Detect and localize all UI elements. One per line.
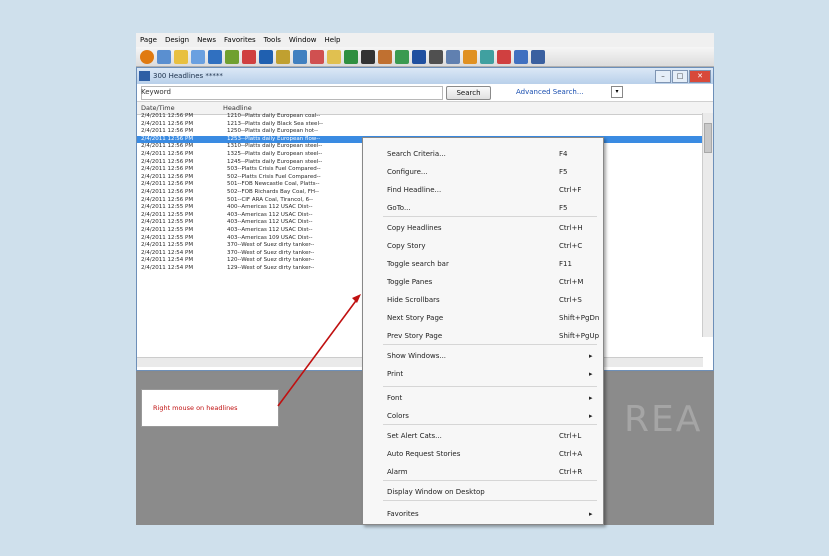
menu-item-shortcut: F4 (559, 150, 568, 158)
context-menu-item[interactable]: Show Windows... ▸ (363, 348, 603, 364)
menu-item-shortcut: F5 (559, 204, 568, 212)
menu-item-label: Alarm (387, 468, 408, 476)
context-menu-item[interactable]: Toggle Panes Ctrl+M (363, 274, 603, 290)
menu-item-label: Search Criteria... (387, 150, 446, 158)
menu-item-shortcut: Ctrl+A (559, 450, 583, 458)
menu-item-label: Favorites (387, 510, 419, 518)
menu-item-label: Copy Headlines (387, 224, 442, 232)
menu-item-shortcut: Ctrl+C (559, 242, 583, 250)
menu-separator (383, 386, 597, 387)
submenu-arrow-icon: ▸ (589, 394, 593, 402)
menu-item-label: Toggle search bar (387, 260, 449, 268)
menu-item-label: Prev Story Page (387, 332, 443, 340)
menu-item-label: Set Alert Cats... (387, 432, 442, 440)
context-menu-item[interactable]: Next Story Page Shift+PgDn (363, 310, 603, 326)
menu-separator (383, 480, 597, 481)
context-menu-item[interactable]: Colors ▸ (363, 408, 603, 424)
context-menu-item[interactable]: Alarm Ctrl+R (363, 464, 603, 480)
menu-item-shortcut: F11 (559, 260, 572, 268)
context-menu-item[interactable]: Toggle search bar F11 (363, 256, 603, 272)
menu-item-shortcut: Ctrl+M (559, 278, 584, 286)
menu-item-label: Auto Request Stories (387, 450, 461, 458)
context-menu-item[interactable]: Find Headline... Ctrl+F (363, 182, 603, 198)
menu-item-label: Print (387, 370, 404, 378)
menu-separator (383, 344, 597, 345)
context-menu-item[interactable]: Configure... F5 (363, 164, 603, 180)
menu-item-label: GoTo... (387, 204, 411, 212)
menu-item-label: Font (387, 394, 403, 402)
menu-item-shortcut: Ctrl+H (559, 224, 583, 232)
context-menu: Search Criteria... F4 Configure... F5 Find H… (362, 137, 604, 525)
context-menu-item[interactable]: Display Window on Desktop (363, 484, 603, 500)
context-menu-item[interactable]: Search Criteria... F4 (363, 146, 603, 162)
menu-separator (383, 500, 597, 501)
context-menu-item[interactable]: Print ▸ (363, 366, 603, 382)
submenu-arrow-icon: ▸ (589, 510, 593, 518)
context-menu-item[interactable]: Hide Scrollbars Ctrl+S (363, 292, 603, 308)
context-menu-item[interactable]: Copy Headlines Ctrl+H (363, 220, 603, 236)
menu-item-label: Hide Scrollbars (387, 296, 440, 304)
menu-item-label: Colors (387, 412, 409, 420)
context-menu-item[interactable]: Copy Story Ctrl+C (363, 238, 603, 254)
menu-item-label: Display Window on Desktop (387, 488, 485, 496)
context-menu-item[interactable]: GoTo... F5 (363, 200, 603, 216)
context-menu-item[interactable]: Favorites ▸ (363, 506, 603, 522)
context-menu-item[interactable]: Font ▸ (363, 390, 603, 406)
context-menu-item[interactable]: Prev Story Page Shift+PgUp (363, 328, 603, 344)
menu-item-shortcut: Shift+PgUp (559, 332, 600, 340)
menu-separator (383, 216, 597, 217)
menu-item-shortcut: F5 (559, 168, 568, 176)
menu-item-shortcut: Shift+PgDn (559, 314, 600, 322)
menu-item-shortcut: Ctrl+R (559, 468, 583, 476)
menu-item-label: Find Headline... (387, 186, 442, 194)
menu-item-label: Copy Story (387, 242, 426, 250)
menu-separator (383, 424, 597, 425)
menu-item-shortcut: Ctrl+L (559, 432, 582, 440)
menu-item-label: Show Windows... (387, 352, 447, 360)
menu-item-shortcut: Ctrl+F (559, 186, 582, 194)
menu-item-label: Next Story Page (387, 314, 444, 322)
menu-item-shortcut: Ctrl+S (559, 296, 582, 304)
menu-item-label: Configure... (387, 168, 428, 176)
context-menu-item[interactable]: Set Alert Cats... Ctrl+L (363, 428, 603, 444)
submenu-arrow-icon: ▸ (589, 412, 593, 420)
submenu-arrow-icon: ▸ (589, 352, 593, 360)
context-menu-item[interactable]: Auto Request Stories Ctrl+A (363, 446, 603, 462)
submenu-arrow-icon: ▸ (589, 370, 593, 378)
menu-item-label: Toggle Panes (387, 278, 433, 286)
